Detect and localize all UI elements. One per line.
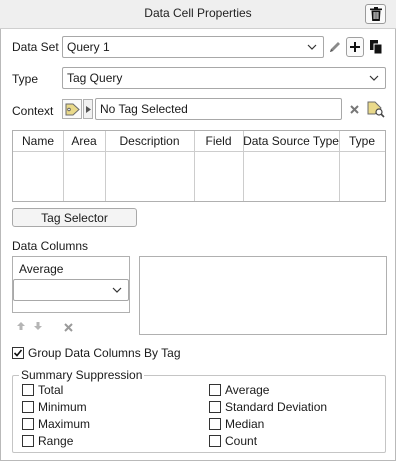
x-icon — [63, 322, 73, 332]
checkbox[interactable] — [22, 401, 34, 413]
chevron-down-icon — [112, 287, 122, 293]
data-columns-list[interactable]: Average — [12, 256, 130, 313]
column-header-area[interactable]: Area — [63, 131, 106, 152]
column-header-description[interactable]: Description — [105, 131, 195, 152]
tag-icon — [65, 103, 80, 115]
checkbox[interactable] — [209, 418, 221, 430]
trash-icon — [369, 7, 382, 21]
checkbox-label: Standard Deviation — [225, 400, 328, 414]
checkbox-label: Count — [225, 434, 258, 448]
checkbox-label: Range — [38, 434, 74, 448]
column-header-data-source-type[interactable]: Data Source Type — [243, 131, 340, 152]
checkbox[interactable] — [209, 401, 221, 413]
context-expand-button[interactable] — [83, 99, 93, 119]
edit-dataset-button[interactable] — [326, 38, 344, 56]
data-set-label: Data Set — [12, 40, 59, 54]
type-select[interactable]: Tag Query — [62, 67, 386, 89]
checkbox-label: Average — [225, 383, 270, 397]
tag-selector-button[interactable]: Tag Selector — [12, 208, 137, 227]
remove-column-button[interactable] — [61, 320, 75, 334]
group-by-tag-checkbox[interactable]: Group Data Columns By Tag — [12, 346, 181, 360]
tag-button[interactable] — [62, 99, 82, 119]
copy-icon — [370, 40, 383, 55]
table-column-divider — [243, 151, 340, 201]
type-value: Tag Query — [67, 71, 123, 85]
add-dataset-button[interactable] — [346, 37, 364, 57]
context-value: No Tag Selected — [100, 102, 188, 116]
checkbox[interactable] — [209, 435, 221, 447]
checkbox-median[interactable]: Median — [209, 417, 264, 431]
type-label: Type — [12, 72, 39, 86]
checkbox-standard-deviation[interactable]: Standard Deviation — [209, 400, 327, 414]
move-down-button[interactable] — [32, 320, 44, 332]
tag-search-icon — [367, 101, 385, 118]
checkbox-average[interactable]: Average — [209, 383, 269, 397]
clear-context-button[interactable] — [346, 101, 362, 117]
group-by-tag-label: Group Data Columns By Tag — [28, 346, 181, 360]
context-label: Context — [12, 104, 54, 118]
panel-title: Data Cell Properties — [144, 6, 252, 20]
data-columns-label: Data Columns — [12, 239, 89, 253]
copy-dataset-button[interactable] — [366, 37, 386, 57]
checkbox-count[interactable]: Count — [209, 434, 257, 448]
context-field[interactable]: No Tag Selected — [95, 98, 342, 120]
checkbox-minimum[interactable]: Minimum — [22, 400, 87, 414]
move-up-button[interactable] — [15, 320, 27, 332]
pencil-icon — [330, 42, 340, 52]
data-set-select[interactable]: Query 1 — [62, 36, 324, 58]
chevron-down-icon — [307, 44, 317, 50]
list-item[interactable]: Average — [19, 262, 63, 276]
column-header-field[interactable]: Field — [194, 131, 244, 152]
checkbox[interactable] — [209, 384, 221, 396]
checkbox[interactable] — [22, 384, 34, 396]
x-icon — [349, 104, 359, 114]
data-column-details[interactable] — [139, 256, 387, 335]
summary-suppression-legend: Summary Suppression — [19, 368, 145, 382]
column-header-type[interactable]: Type — [339, 131, 385, 152]
checkbox-label: Total — [38, 383, 64, 397]
table-column-divider — [13, 151, 64, 201]
checkbox-checked[interactable] — [12, 347, 24, 359]
tag-table[interactable]: Name Area Description Field Data Source … — [12, 130, 386, 202]
chevron-down-icon — [369, 75, 379, 81]
delete-button[interactable] — [365, 4, 386, 24]
browse-tag-button[interactable] — [366, 99, 386, 119]
arrow-down-icon — [34, 322, 42, 330]
table-column-divider — [63, 151, 106, 201]
checkbox-total[interactable]: Total — [22, 383, 63, 397]
arrow-up-icon — [17, 322, 25, 330]
checkbox-label: Median — [225, 417, 265, 431]
data-column-select[interactable] — [13, 279, 129, 301]
column-header-name[interactable]: Name — [13, 131, 64, 152]
data-set-value: Query 1 — [67, 40, 110, 54]
checkbox-label: Minimum — [38, 400, 87, 414]
checkbox-range[interactable]: Range — [22, 434, 73, 448]
table-column-divider — [105, 151, 195, 201]
check-icon — [13, 349, 23, 357]
checkbox[interactable] — [22, 418, 34, 430]
play-arrow-icon — [85, 105, 91, 113]
checkbox-label: Maximum — [38, 417, 91, 431]
checkbox[interactable] — [22, 435, 34, 447]
plus-icon — [350, 42, 360, 52]
table-column-divider — [194, 151, 244, 201]
checkbox-maximum[interactable]: Maximum — [22, 417, 90, 431]
